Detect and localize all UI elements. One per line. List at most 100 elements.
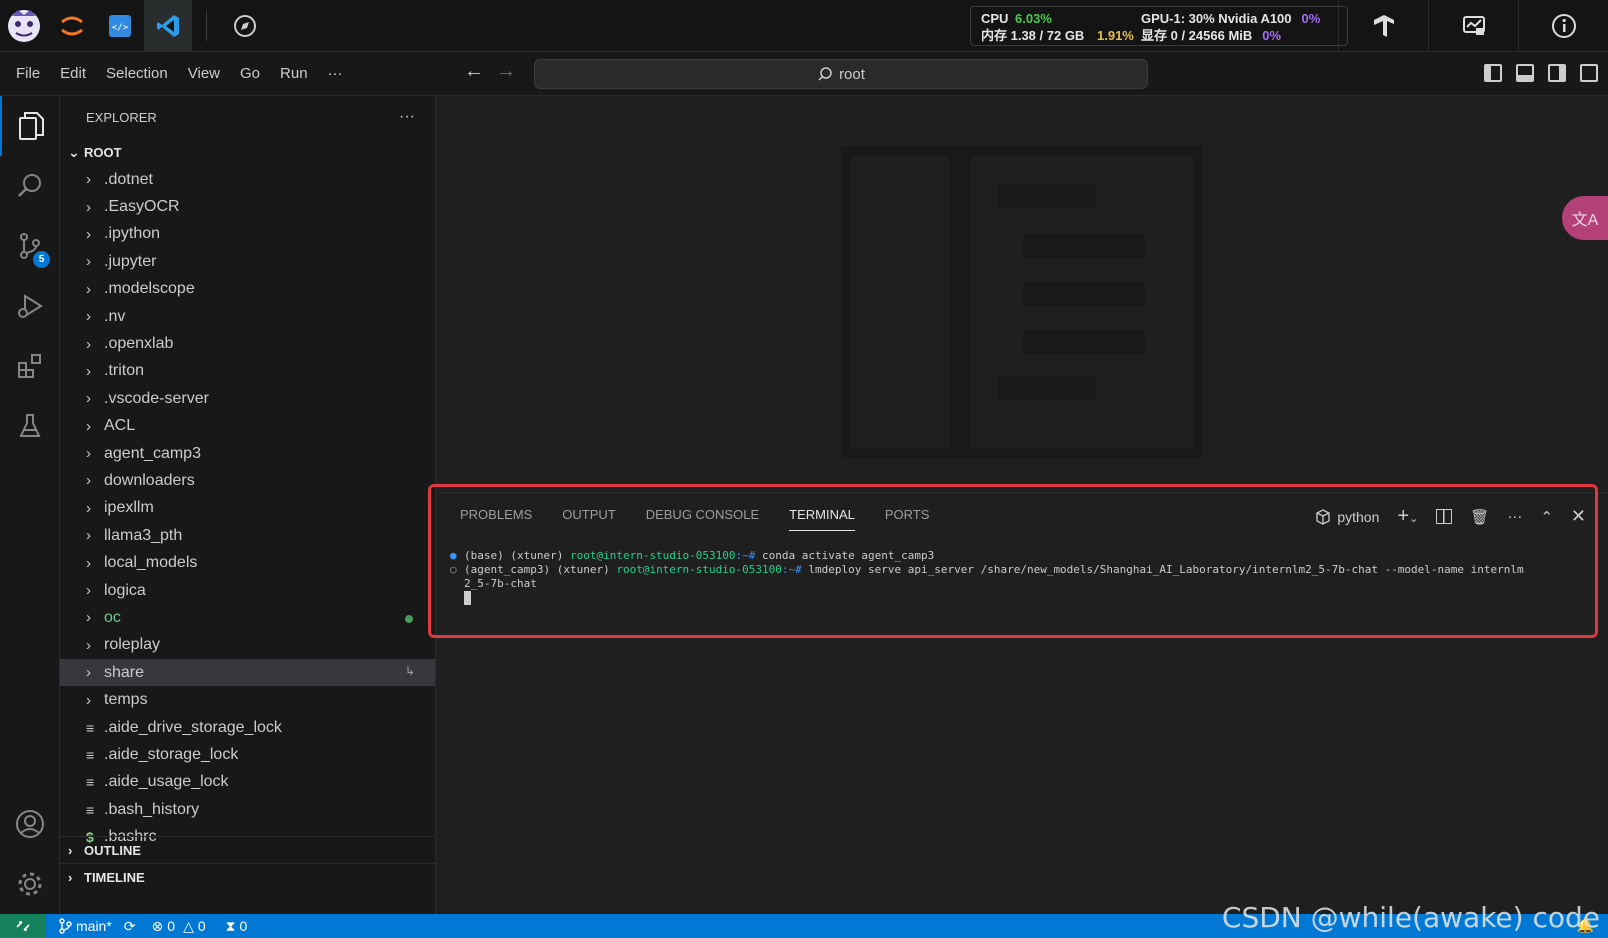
git-branch[interactable]: main* <box>58 918 112 934</box>
folder-item[interactable]: › local_models <box>60 549 435 576</box>
account-icon[interactable] <box>0 794 60 854</box>
folder-label: roleplay <box>104 636 161 654</box>
folder-label: downloaders <box>104 471 195 489</box>
file-label: .aide_storage_lock <box>104 745 239 763</box>
csdn-watermark: CSDN @while(awake) code <box>1221 901 1600 934</box>
folder-item[interactable]: › llama3_pth <box>60 522 435 549</box>
testing-flask-icon[interactable] <box>0 396 60 456</box>
chevron-right-icon: › <box>86 390 91 408</box>
run-debug-icon[interactable] <box>0 276 60 336</box>
command-center-search[interactable]: root <box>534 59 1148 89</box>
source-control-icon[interactable]: 5 <box>0 216 60 276</box>
symlink-icon: ↳ <box>404 664 415 679</box>
monitor-chart-icon[interactable] <box>1428 0 1518 52</box>
file-label: .aide_drive_storage_lock <box>104 718 282 736</box>
folder-item[interactable]: › .EasyOCR <box>60 193 435 220</box>
studio-logo-icon[interactable] <box>0 0 48 52</box>
folder-item[interactable]: › share ↳ <box>60 659 435 687</box>
folder-item[interactable]: › .modelscope <box>60 276 435 303</box>
folder-item[interactable]: › .dotnet <box>60 166 435 193</box>
timeline-label: TIMELINE <box>84 869 145 885</box>
explorer-title: EXPLORER <box>86 109 157 125</box>
explorer-sidebar: EXPLORER ··· ⌄ ROOT › .dotnet › .EasyOCR › .i… <box>60 96 436 914</box>
chevron-right-icon: › <box>86 417 91 435</box>
chevron-right-icon: › <box>86 225 91 243</box>
root-folder-label: ROOT <box>84 144 122 160</box>
folder-item[interactable]: › .triton <box>60 358 435 385</box>
activity-bar: 5 <box>0 96 60 914</box>
folder-label: llama3_pth <box>104 526 183 544</box>
text-file-icon: ≡ <box>86 801 95 818</box>
info-icon[interactable] <box>1518 0 1608 52</box>
toggle-secondary-sidebar-icon[interactable] <box>1548 64 1566 82</box>
folder-label: .EasyOCR <box>104 198 180 216</box>
file-label: .aide_usage_lock <box>104 773 229 791</box>
back-arrow-icon[interactable]: ← <box>464 60 484 83</box>
chevron-right-icon: › <box>86 308 91 326</box>
root-folder-header[interactable]: ⌄ ROOT <box>60 138 435 166</box>
menu-go[interactable]: Go <box>230 52 270 96</box>
menu-run[interactable]: Run <box>270 52 318 96</box>
compass-icon[interactable] <box>221 0 269 52</box>
folder-item[interactable]: › downloaders <box>60 467 435 494</box>
code-editor-icon[interactable]: </> <box>96 0 144 52</box>
extensions-icon[interactable] <box>0 336 60 396</box>
timeline-section[interactable]: › TIMELINE <box>60 863 436 890</box>
tensorflow-icon[interactable] <box>1338 0 1428 52</box>
folder-label: logica <box>104 581 146 599</box>
toggle-primary-sidebar-icon[interactable] <box>1484 64 1502 82</box>
chevron-right-icon: › <box>86 582 91 600</box>
file-item[interactable]: ≡ .aide_usage_lock <box>60 769 435 796</box>
menu-edit[interactable]: Edit <box>50 52 96 96</box>
menu-more[interactable]: ··· <box>318 52 353 96</box>
search-icon <box>818 67 832 81</box>
customize-layout-icon[interactable] <box>1580 64 1598 82</box>
folder-label: .triton <box>104 362 145 380</box>
folder-item[interactable]: › ipexllm <box>60 495 435 522</box>
folder-label: .dotnet <box>104 170 153 188</box>
folder-item[interactable]: › .jupyter <box>60 248 435 275</box>
file-item[interactable]: ≡ .aide_storage_lock <box>60 741 435 768</box>
file-item[interactable]: ≡ .bash_history <box>60 796 435 823</box>
menu-view[interactable]: View <box>178 52 230 96</box>
navigation-arrows: ← → <box>464 60 516 83</box>
settings-gear-icon[interactable] <box>0 854 60 914</box>
folder-item[interactable]: › agent_camp3 <box>60 440 435 467</box>
outline-section[interactable]: › OUTLINE <box>60 836 436 863</box>
toggle-panel-icon[interactable] <box>1516 64 1534 82</box>
forward-arrow-icon[interactable]: → <box>496 60 516 83</box>
folder-item[interactable]: › oc <box>60 604 435 631</box>
folder-item[interactable]: › temps <box>60 686 435 713</box>
search-icon[interactable] <box>0 156 60 216</box>
file-item[interactable]: ≡ .aide_drive_storage_lock <box>60 714 435 741</box>
error-count: 0 <box>167 918 176 934</box>
folder-label: .modelscope <box>104 280 195 298</box>
folder-item[interactable]: › .vscode-server <box>60 385 435 412</box>
chevron-right-icon: › <box>86 554 91 572</box>
translate-icon[interactable]: 文A <box>1562 196 1608 240</box>
text-file-icon: ≡ <box>86 719 95 736</box>
folder-item[interactable]: › .openxlab <box>60 330 435 357</box>
folder-item[interactable]: › ACL <box>60 413 435 440</box>
folder-item[interactable]: › logica <box>60 577 435 604</box>
sync-icon[interactable]: ⟳ <box>124 918 136 935</box>
menu-selection[interactable]: Selection <box>96 52 178 96</box>
jupyter-icon[interactable] <box>48 0 96 52</box>
annotation-highlight-box <box>428 484 1598 638</box>
text-file-icon: ≡ <box>86 774 95 791</box>
remote-indicator-icon[interactable] <box>0 914 46 938</box>
chevron-right-icon: › <box>86 171 91 189</box>
ports-summary[interactable]: ⧗ 0 <box>226 918 248 935</box>
vscode-icon[interactable] <box>144 0 192 52</box>
chevron-right-icon: › <box>86 609 91 627</box>
folder-item[interactable]: › .nv <box>60 303 435 330</box>
file-tree: › .dotnet › .EasyOCR › .ipython › .jupyter › .mod… <box>60 166 435 851</box>
folder-label: temps <box>104 691 148 709</box>
folder-item[interactable]: › .ipython <box>60 221 435 248</box>
menu-file[interactable]: File <box>0 52 50 96</box>
folder-item[interactable]: › roleplay <box>60 632 435 659</box>
resource-monitor: CPU 6.03% GPU-1: 30% Nvidia A100 0% 内存 1… <box>970 6 1348 46</box>
explorer-more-actions[interactable]: ··· <box>399 108 415 126</box>
problems-summary[interactable]: ⊗ 0 △ 0 <box>152 918 206 935</box>
explorer-icon[interactable] <box>0 96 60 156</box>
